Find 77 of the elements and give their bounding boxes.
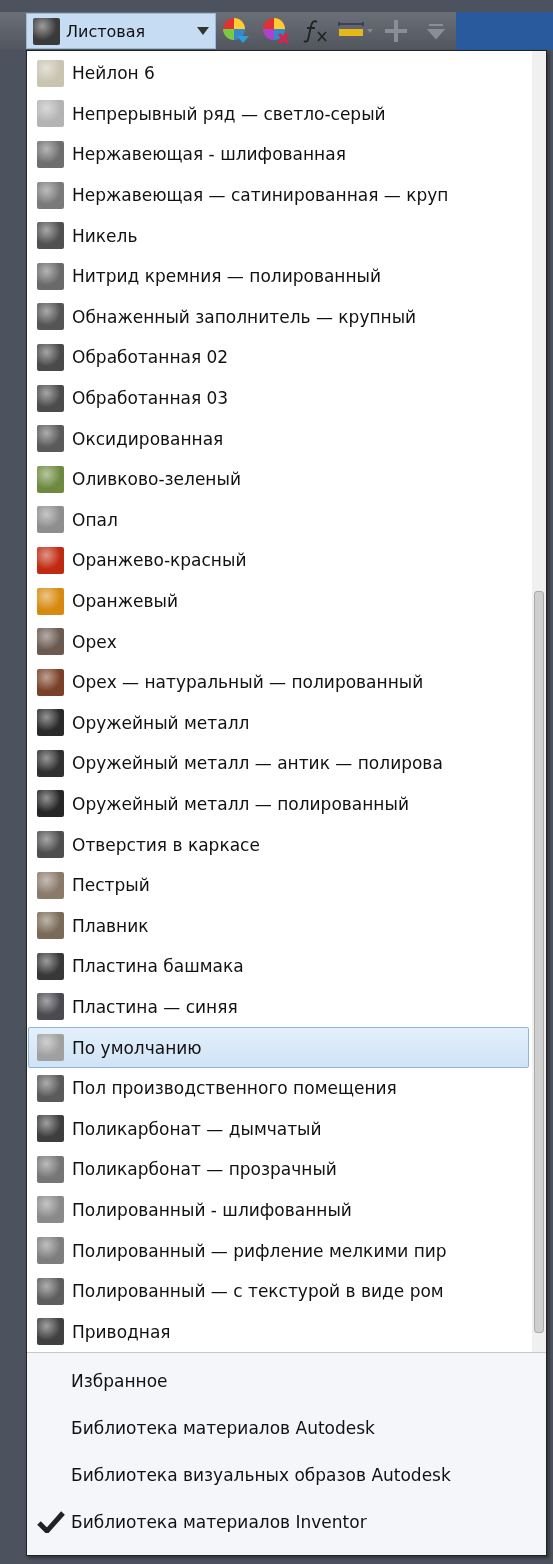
- scrollbar[interactable]: [532, 51, 546, 1352]
- material-label: Обработанная 02: [72, 347, 229, 368]
- material-item[interactable]: Оранжево-красный: [28, 540, 529, 581]
- material-item[interactable]: Оружейный металл: [28, 702, 529, 744]
- material-item[interactable]: Оливково-зеленый: [28, 458, 529, 500]
- material-item[interactable]: Отверстия в каркасе: [28, 824, 529, 865]
- material-label: Пластина — синяя: [72, 996, 238, 1017]
- material-label: Оранжево-красный: [72, 550, 247, 571]
- material-label: Орех — натуральный — полированный: [72, 672, 424, 693]
- material-label: Приводная: [72, 1321, 171, 1342]
- material-label: Нержавеющая - шлифованная: [72, 144, 346, 165]
- material-item[interactable]: Пластина — синяя: [28, 986, 529, 1028]
- material-label: Оружейный металл — антик — полирова: [72, 753, 443, 774]
- material-label: Нейлон 6: [72, 63, 155, 84]
- material-item[interactable]: Оксидированная: [28, 418, 529, 459]
- library-menu-item[interactable]: Избранное: [27, 1357, 546, 1404]
- material-item[interactable]: Нержавеющая - шлифованная: [28, 134, 529, 175]
- plus-icon: [383, 18, 409, 44]
- material-item[interactable]: Опал: [28, 499, 529, 541]
- material-item[interactable]: По умолчанию: [28, 1027, 529, 1068]
- material-label: Никель: [72, 225, 138, 246]
- material-label: Орех: [72, 631, 117, 652]
- material-label: По умолчанию: [72, 1037, 202, 1058]
- material-item[interactable]: Орех — натуральный — полированный: [28, 661, 529, 703]
- material-label: Оранжевый: [72, 591, 178, 611]
- filter-icon: [427, 22, 445, 40]
- material-label: Нитрид кремния — полированный: [72, 266, 382, 287]
- material-label: Полированный - шлифованный: [72, 1199, 352, 1220]
- material-label: Непрерывный ряд — светло-серый: [72, 103, 386, 124]
- material-label: Пол производственного помещения: [72, 1078, 397, 1099]
- material-label: Полированный — рифление мелкими пир: [72, 1240, 447, 1261]
- material-item[interactable]: Оранжевый: [28, 580, 529, 622]
- material-label: Плавник: [72, 915, 149, 936]
- material-item[interactable]: Нитрид кремния — полированный: [28, 255, 529, 297]
- material-label: Оружейный металл: [72, 712, 250, 733]
- scrollbar-thumb[interactable]: [534, 591, 544, 1333]
- material-item[interactable]: Поликарбонат — прозрачный: [28, 1149, 529, 1190]
- material-label: Оксидированная: [72, 428, 224, 449]
- material-item[interactable]: Полированный — рифление мелкими пир: [28, 1230, 529, 1271]
- material-item[interactable]: Оружейный металл — антик — полирова: [28, 743, 529, 784]
- material-item[interactable]: Нержавеющая — сатинированная — круп: [28, 174, 529, 216]
- library-menu-item[interactable]: Библиотека материалов Inventor: [27, 1498, 546, 1545]
- material-item[interactable]: Оружейный металл — полированный: [28, 783, 529, 825]
- material-item[interactable]: Непрерывный ряд — светло-серый: [28, 93, 529, 135]
- material-label: Пластина башмака: [72, 956, 244, 977]
- material-item[interactable]: Обработанная 02: [28, 337, 529, 378]
- material-item[interactable]: Никель: [28, 215, 529, 256]
- material-label: Оливково-зеленый: [72, 469, 241, 490]
- material-item[interactable]: Обнаженный заполнитель — крупный: [28, 296, 529, 338]
- function-icon: [303, 19, 329, 43]
- material-item[interactable]: Приводная: [28, 1311, 529, 1352]
- material-label: Оружейный металл — полированный: [72, 794, 409, 814]
- color-wheel-x-icon: [261, 16, 291, 46]
- material-item[interactable]: Пол производственного помещения: [28, 1067, 529, 1109]
- caret-icon: [197, 27, 209, 35]
- checkmark-icon: [37, 1510, 65, 1533]
- material-item[interactable]: Пластина башмака: [28, 946, 529, 987]
- library-menu-item[interactable]: Библиотека визуальных образов Autodesk: [27, 1451, 546, 1498]
- material-item[interactable]: Полированный — с текстурой в виде ром: [28, 1270, 529, 1312]
- material-item[interactable]: Полированный - шлифованный: [28, 1189, 529, 1231]
- material-item[interactable]: Обработанная 03: [28, 377, 529, 419]
- material-label: Опал: [72, 509, 118, 530]
- material-item[interactable]: Нейлон 6: [28, 53, 529, 94]
- material-item[interactable]: Плавник: [28, 905, 529, 947]
- material-label: Поликарбонат — дымчатый: [72, 1118, 322, 1139]
- material-dropdown[interactable]: Листовая: [26, 13, 216, 49]
- material-label: Отверстия в каркасе: [72, 834, 260, 855]
- material-label: Поликарбонат — прозрачный: [72, 1159, 337, 1180]
- material-item[interactable]: Поликарбонат — дымчатый: [28, 1108, 529, 1150]
- material-item[interactable]: Орех: [28, 621, 529, 662]
- material-label: Нержавеющая — сатинированная — круп: [72, 185, 449, 206]
- material-label: Обнаженный заполнитель — крупный: [72, 306, 417, 327]
- material-label: Обработанная 03: [72, 388, 229, 409]
- material-item[interactable]: Пестрый: [28, 864, 529, 906]
- material-label: Пестрый: [72, 875, 150, 896]
- material-label: Полированный — с текстурой в виде ром: [72, 1281, 444, 1302]
- library-menu-item[interactable]: Библиотека материалов Autodesk: [27, 1404, 546, 1451]
